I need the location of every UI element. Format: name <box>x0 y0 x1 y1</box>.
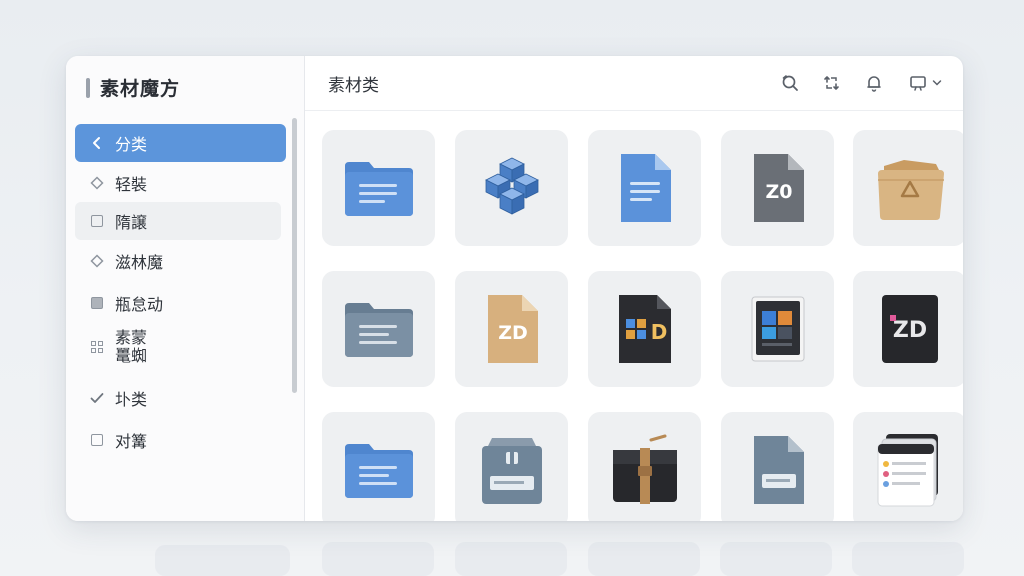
square-icon <box>87 215 107 227</box>
background-tile-ghost <box>852 542 964 576</box>
sync-icon[interactable] <box>821 72 843 94</box>
tile-blue-folder[interactable] <box>322 412 435 521</box>
sidebar: 素材魔方 分类 轻裝 隋譲 滋林魔 瓶怠动 素蒙 鼍蜘 圤类 对篝 <box>66 56 305 521</box>
background-window-ghost <box>155 545 290 576</box>
tile-brown-folder[interactable] <box>853 130 963 246</box>
sidebar-item-label: 分类 <box>115 135 148 154</box>
sidebar-item-7[interactable]: 圤类 <box>75 379 286 417</box>
main-panel: 素材类 Z0 ZD D ZD <box>305 56 963 521</box>
background-tile-ghost <box>322 542 434 576</box>
toolbar-icons <box>779 72 945 94</box>
sidebar-item-label: 圤类 <box>115 390 148 409</box>
tile-blue-cubes[interactable] <box>455 130 568 246</box>
tile-text: ZD <box>892 318 926 343</box>
sidebar-item-label: 轻裝 <box>115 175 148 194</box>
tile-slate-gift-file[interactable] <box>455 412 568 521</box>
title-accent-bar <box>86 77 90 98</box>
top-bar: 素材类 <box>305 56 963 111</box>
app-title: 素材魔方 <box>86 74 180 101</box>
sidebar-item-label: 隋譲 <box>115 213 148 232</box>
sidebar-item-3[interactable]: 隋譲 <box>75 202 281 240</box>
app-title-text: 素材魔方 <box>100 78 181 100</box>
tile-slate-doc-badge[interactable] <box>721 412 834 521</box>
diamond-icon <box>87 176 107 190</box>
diamond-icon <box>87 254 107 268</box>
tile-slate-folder[interactable] <box>322 271 435 387</box>
background-tile-ghost <box>455 542 567 576</box>
check-icon <box>87 392 107 404</box>
tile-text: Z0 <box>765 181 792 203</box>
sidebar-item-category[interactable]: 分类 <box>75 124 286 162</box>
tile-dark-card[interactable]: ZD <box>853 271 963 387</box>
background-tile-ghost <box>588 542 700 576</box>
tile-black-bag[interactable] <box>588 412 701 521</box>
grid-icon <box>87 341 107 353</box>
tile-dark-file[interactable]: D <box>588 271 701 387</box>
tile-blue-folder[interactable] <box>322 130 435 246</box>
app-window: 素材魔方 分类 轻裝 隋譲 滋林魔 瓶怠动 素蒙 鼍蜘 圤类 对篝 素材类 Z0… <box>66 56 963 521</box>
filled-square-icon <box>87 297 107 309</box>
tile-text: D <box>650 320 667 344</box>
sidebar-item-8[interactable]: 对篝 <box>75 421 286 459</box>
sidebar-item-label: 素蒙 鼍蜘 <box>115 328 148 365</box>
tile-card-stack[interactable] <box>853 412 963 521</box>
search-refresh-icon[interactable] <box>779 72 801 94</box>
breadcrumb: 素材类 <box>328 75 379 96</box>
background-tile-ghost <box>720 542 832 576</box>
display-icon[interactable] <box>905 72 945 94</box>
sidebar-item-4[interactable]: 滋林魔 <box>75 242 286 280</box>
sidebar-item-label: 滋林魔 <box>115 253 164 272</box>
tile-gray-file[interactable]: Z0 <box>721 130 834 246</box>
chevron-down-icon <box>932 80 942 86</box>
sidebar-item-label: 对篝 <box>115 432 148 451</box>
bell-icon[interactable] <box>863 72 885 94</box>
square-icon <box>87 434 107 446</box>
sidebar-item-label: 瓶怠动 <box>115 295 164 314</box>
sidebar-scrollbar[interactable] <box>292 118 297 393</box>
tile-blue-document[interactable] <box>588 130 701 246</box>
sidebar-item-2[interactable]: 轻裝 <box>75 164 286 202</box>
chevron-left-icon <box>87 136 107 150</box>
tile-tan-file[interactable]: ZD <box>455 271 568 387</box>
tile-text: ZD <box>498 322 528 344</box>
sidebar-item-6[interactable]: 素蒙 鼍蜘 <box>75 324 286 370</box>
sidebar-item-5[interactable]: 瓶怠动 <box>75 284 286 322</box>
tile-dark-media-file[interactable] <box>721 271 834 387</box>
